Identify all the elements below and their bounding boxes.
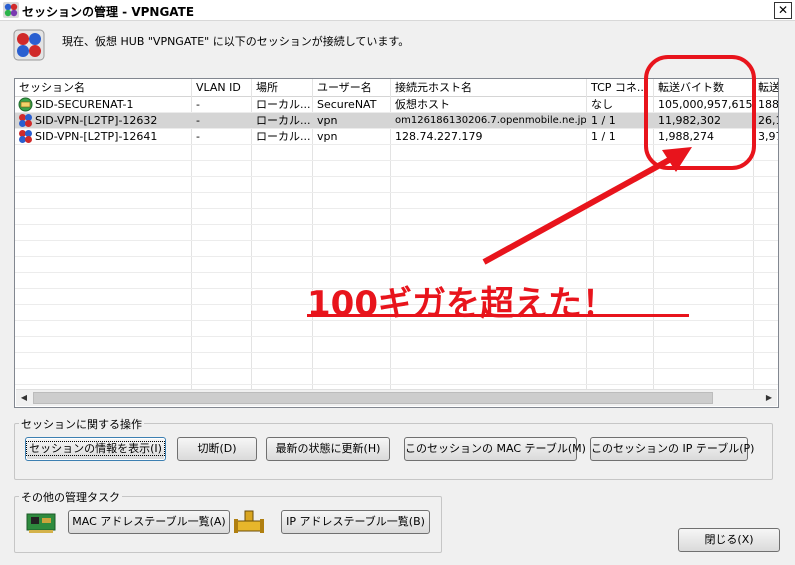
- column-header-place[interactable]: 場所: [252, 80, 312, 96]
- cell-source-host: 128.74.227.179: [395, 130, 483, 143]
- scroll-right-icon[interactable]: ▶: [761, 390, 777, 406]
- refresh-button[interactable]: 最新の状態に更新(H): [266, 437, 390, 461]
- cell-place: ローカル...: [256, 98, 311, 111]
- cell-session-name: SID-SECURENAT-1: [35, 98, 134, 111]
- cell-transfer-bytes: 11,982,302: [658, 114, 721, 127]
- column-header-session-name[interactable]: セッション名: [15, 80, 191, 96]
- close-icon[interactable]: ✕: [774, 2, 792, 19]
- column-header-vlan-id[interactable]: VLAN ID: [192, 80, 251, 96]
- horizontal-scrollbar[interactable]: ◀ ▶: [16, 389, 777, 406]
- session-ip-table-button[interactable]: このセッションの IP テーブル(P): [590, 437, 754, 461]
- cell-user-name: vpn: [317, 130, 338, 143]
- session-ops-label: セッションに関する操作: [19, 416, 144, 432]
- cell-session-name: SID-VPN-[L2TP]-12632: [35, 114, 158, 127]
- cell-place: ローカル...: [256, 130, 311, 143]
- annotation-text: 100ギガを超えた！: [307, 284, 616, 324]
- cell-tcp-connections: 1 / 1: [591, 114, 616, 127]
- column-header-tcp-connections[interactable]: TCP コネ...: [587, 80, 653, 96]
- cell-source-host: 仮想ホスト: [395, 98, 450, 111]
- cell-session-name: SID-VPN-[L2TP]-12641: [35, 130, 158, 143]
- column-header-user-name[interactable]: ユーザー名: [313, 80, 390, 96]
- cell-user-name: vpn: [317, 114, 338, 127]
- cell-vlan-id: -: [196, 114, 200, 127]
- pipe-connector-icon: [234, 510, 264, 533]
- cell-tcp-connections: なし: [591, 98, 613, 111]
- cell-transfer-bytes: 105,000,957,615: [658, 98, 753, 111]
- cell-user-name: SecureNAT: [317, 98, 377, 111]
- session-manager-window: セッションの管理 - VPNGATE ✕ 現在、仮想 HUB "VPNGATE"…: [0, 0, 795, 565]
- network-card-icon: [26, 513, 56, 533]
- app-icon: [3, 2, 19, 18]
- cell-tcp-connections: 1 / 1: [591, 130, 616, 143]
- column-header-source-host[interactable]: 接続元ホスト名: [391, 80, 586, 96]
- table-row[interactable]: SID-SECURENAT-1 - ローカル... SecureNAT 仮想ホス…: [15, 97, 778, 112]
- scrollbar-thumb[interactable]: [33, 392, 713, 404]
- cell-source-host: om126186130206.7.openmobile.ne.jp: [395, 115, 586, 126]
- table-row[interactable]: SID-VPN-[L2TP]-12632 - ローカル... vpn om126…: [15, 113, 778, 128]
- scroll-left-icon[interactable]: ◀: [16, 390, 32, 406]
- header-message: 現在、仮想 HUB "VPNGATE" に以下のセッションが接続しています。: [62, 35, 410, 48]
- sessions-icon: [13, 29, 45, 61]
- title-bar[interactable]: セッションの管理 - VPNGATE ✕: [0, 0, 795, 21]
- session-list[interactable]: セッション名 VLAN ID 場所 ユーザー名 接続元ホスト名 TCP コネ..…: [14, 78, 779, 408]
- cell-transfer-bytes: 1,988,274: [658, 130, 714, 143]
- window-title: セッションの管理 - VPNGATE: [22, 5, 195, 19]
- mac-address-list-button[interactable]: MAC アドレステーブル一覧(A): [68, 510, 230, 534]
- session-mac-table-button[interactable]: このセッションの MAC テーブル(M): [404, 437, 586, 461]
- cell-transfer-packets: 26,12: [758, 114, 778, 127]
- annotation-underline: [307, 314, 689, 317]
- other-tasks-label: その他の管理タスク: [19, 489, 122, 505]
- cell-vlan-id: -: [196, 130, 200, 143]
- close-button[interactable]: 閉じる(X): [678, 528, 780, 552]
- column-header-transfer-bytes[interactable]: 転送バイト数: [654, 80, 753, 96]
- column-header-transfer-packets[interactable]: 転送: [754, 80, 778, 96]
- cell-transfer-packets: 3,979: [758, 130, 778, 143]
- cell-place: ローカル...: [256, 114, 311, 127]
- cell-vlan-id: -: [196, 98, 200, 111]
- table-row[interactable]: SID-VPN-[L2TP]-12641 - ローカル... vpn 128.7…: [15, 129, 778, 144]
- session-info-button[interactable]: セッションの情報を表示(I): [25, 437, 166, 461]
- disconnect-button[interactable]: 切断(D): [177, 437, 257, 461]
- cell-transfer-packets: 188,0: [758, 98, 779, 111]
- ip-address-list-button[interactable]: IP アドレステーブル一覧(B): [281, 510, 430, 534]
